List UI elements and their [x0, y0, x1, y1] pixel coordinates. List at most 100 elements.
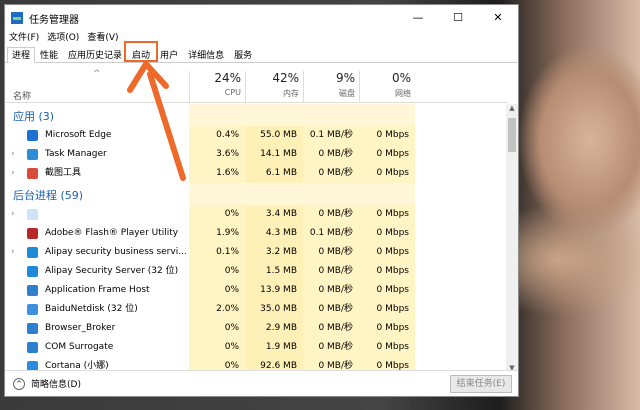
cpu-cell: 0.4%: [189, 126, 245, 145]
alipay-icon: [27, 266, 38, 277]
disk-cell: 0 MB/秒: [303, 262, 359, 281]
tab-performance[interactable]: 性能: [35, 47, 63, 62]
process-row[interactable]: › Alipay security business servi... 0.1% 3.…: [5, 243, 508, 262]
app-frame-icon: [27, 285, 38, 296]
snipping-icon: [27, 168, 38, 179]
memory-cell: 3.2 MB: [245, 243, 303, 262]
scrollbar-thumb[interactable]: [508, 118, 516, 152]
process-row[interactable]: › Task Manager 3.6% 14.1 MB 0 MB/秒 0 Mbps: [5, 145, 508, 164]
disk-cell: 0 MB/秒: [303, 164, 359, 183]
network-cell: 0 Mbps: [359, 205, 415, 224]
process-row[interactable]: › 0% 3.4 MB 0 MB/秒 0 Mbps: [5, 205, 508, 224]
chevron-up-icon: ^: [13, 377, 25, 390]
memory-cell: 4.3 MB: [245, 224, 303, 243]
baidu-icon: [27, 304, 38, 315]
process-name: Alipay Security Server (32 位): [45, 266, 179, 276]
task-manager-app-icon: [11, 12, 23, 24]
cpu-cell: 0%: [189, 205, 245, 224]
process-name: Application Frame Host: [45, 285, 150, 295]
cpu-cell: 2.0%: [189, 300, 245, 319]
tab-details[interactable]: 详细信息: [183, 47, 229, 62]
network-cell: 0 Mbps: [359, 164, 415, 183]
end-task-button[interactable]: 结束任务(E): [450, 375, 512, 393]
process-row[interactable]: Browser_Broker 0% 2.9 MB 0 MB/秒 0 Mbps: [5, 319, 508, 338]
cpu-cell: 0%: [189, 262, 245, 281]
process-name: Microsoft Edge: [45, 130, 112, 140]
process-name: Alipay security business servi...: [45, 247, 187, 257]
expand-chevron-icon[interactable]: ›: [11, 145, 21, 164]
cpu-cell: 0%: [189, 338, 245, 357]
expand-chevron-icon[interactable]: ›: [11, 164, 21, 183]
cpu-cell: 1.9%: [189, 224, 245, 243]
menu-file[interactable]: 文件(F): [9, 31, 39, 45]
process-row[interactable]: Alipay Security Server (32 位) 0% 1.5 MB 0 M…: [5, 262, 508, 281]
app-frame-icon: [27, 323, 38, 334]
memory-column-header[interactable]: 42% 内存: [245, 71, 303, 103]
tab-services[interactable]: 服务: [229, 47, 257, 62]
group-title: 应用 (3): [13, 110, 55, 123]
scroll-up-icon[interactable]: ▲: [506, 104, 518, 112]
title-bar[interactable]: 任务管理器 — ☐ ✕: [5, 5, 518, 31]
memory-cell: 1.5 MB: [245, 262, 303, 281]
group-header: 后台进程 (59): [5, 183, 508, 205]
process-name: BaiduNetdisk (32 位): [45, 304, 138, 314]
process-name: Task Manager: [45, 149, 107, 159]
tab-users[interactable]: 用户: [155, 47, 183, 62]
minimize-button[interactable]: —: [398, 5, 438, 31]
menu-bar: 文件(F) 选项(O) 查看(V): [5, 31, 518, 45]
network-cell: 0 Mbps: [359, 126, 415, 145]
menu-view[interactable]: 查看(V): [87, 31, 118, 45]
cpu-cell: 3.6%: [189, 145, 245, 164]
disk-cell: 0 MB/秒: [303, 281, 359, 300]
disk-column-header[interactable]: 9% 磁盘: [303, 71, 359, 103]
network-cell: 0 Mbps: [359, 243, 415, 262]
memory-cell: 13.9 MB: [245, 281, 303, 300]
network-cell: 0 Mbps: [359, 319, 415, 338]
disk-cell: 0 MB/秒: [303, 300, 359, 319]
startup-tab-highlight-box: [124, 41, 158, 62]
tab-bar: 进程 性能 应用历史记录 启动 用户 详细信息 服务: [5, 47, 518, 63]
network-column-header[interactable]: 0% 网络: [359, 71, 415, 103]
flash-icon: [27, 228, 38, 239]
network-cell: 0 Mbps: [359, 224, 415, 243]
process-name: 截图工具: [45, 168, 82, 178]
tab-app-history[interactable]: 应用历史记录: [63, 47, 127, 62]
window-title: 任务管理器: [29, 14, 79, 26]
process-name: Browser_Broker: [45, 323, 116, 333]
process-row[interactable]: BaiduNetdisk (32 位) 2.0% 35.0 MB 0 MB/秒 0 Mb…: [5, 300, 508, 319]
network-cell: 0 Mbps: [359, 262, 415, 281]
memory-cell: 55.0 MB: [245, 126, 303, 145]
network-cell: 0 Mbps: [359, 338, 415, 357]
cpu-cell: 0%: [189, 281, 245, 300]
vertical-scrollbar[interactable]: ▲ ▼: [506, 104, 518, 372]
disk-cell: 0 MB/秒: [303, 338, 359, 357]
name-column-header[interactable]: 名称: [13, 89, 31, 102]
expand-chevron-icon[interactable]: ›: [11, 243, 21, 262]
column-header: ^ 名称 24% CPU 42% 内存 9% 磁盘 0% 网络: [5, 65, 508, 103]
maximize-button[interactable]: ☐: [438, 5, 478, 31]
app-frame-icon: [27, 342, 38, 353]
close-button[interactable]: ✕: [478, 5, 518, 31]
network-cell: 0 Mbps: [359, 281, 415, 300]
memory-cell: 14.1 MB: [245, 145, 303, 164]
process-row[interactable]: Application Frame Host 0% 13.9 MB 0 MB/秒 0 M…: [5, 281, 508, 300]
expand-chevron-icon[interactable]: ›: [11, 205, 21, 224]
memory-cell: 35.0 MB: [245, 300, 303, 319]
blank-app-icon: [27, 209, 38, 220]
cpu-column-header[interactable]: 24% CPU: [189, 71, 245, 103]
memory-cell: 3.4 MB: [245, 205, 303, 224]
tab-processes[interactable]: 进程: [7, 47, 36, 63]
menu-options[interactable]: 选项(O): [47, 31, 79, 45]
process-row[interactable]: Adobe® Flash® Player Utility 1.9% 4.3 MB 0.…: [5, 224, 508, 243]
group-title: 后台进程 (59): [13, 189, 84, 202]
sort-caret-icon[interactable]: ^: [93, 69, 101, 79]
process-name: Adobe® Flash® Player Utility: [45, 228, 179, 238]
fewer-details-toggle[interactable]: ^ 简略信息(D): [13, 377, 81, 390]
disk-cell: 0 MB/秒: [303, 205, 359, 224]
edge-icon: [27, 130, 38, 141]
footer-bar: ^ 简略信息(D) 结束任务(E): [5, 370, 518, 396]
process-list: 应用 (3) Microsoft Edge 0.4% 55.0 MB 0.1 MB/秒 0…: [5, 104, 508, 372]
process-row[interactable]: › 截图工具 1.6% 6.1 MB 0 MB/秒 0 Mbps: [5, 164, 508, 183]
process-row[interactable]: Microsoft Edge 0.4% 55.0 MB 0.1 MB/秒 0 Mbps: [5, 126, 508, 145]
process-row[interactable]: COM Surrogate 0% 1.9 MB 0 MB/秒 0 Mbps: [5, 338, 508, 357]
